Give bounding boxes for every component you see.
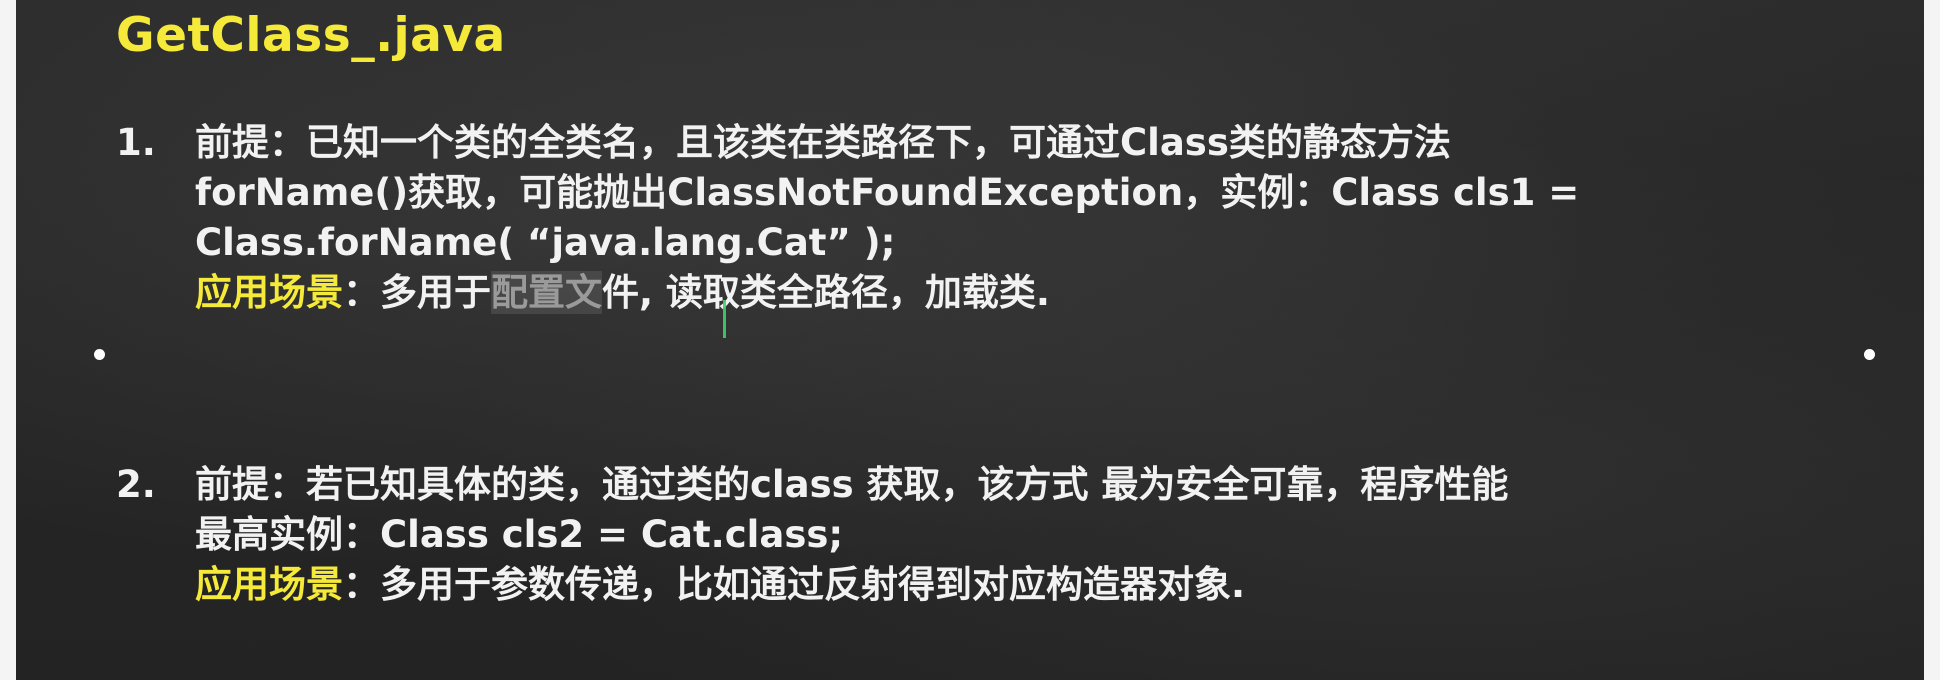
scene-label: 应用场景 bbox=[195, 271, 343, 314]
slide-title[interactable]: GetClass_.java bbox=[116, 8, 506, 63]
selected-text[interactable]: 配置文 bbox=[491, 271, 602, 314]
item-line: Class.forName( “java.lang.Cat” ); bbox=[195, 221, 896, 264]
editor-canvas: GetClass_.java 1. 前提：已知一个类的全类名，且该类在类路径下，… bbox=[0, 0, 1940, 680]
item-line: forName()获取，可能抛出ClassNotFoundException，实… bbox=[195, 171, 1580, 214]
item-body: 前提：已知一个类的全类名，且该类在类路径下，可通过Class类的静态方法 for… bbox=[195, 118, 1876, 318]
scene-text: 件, 读取类全路径，加载类. bbox=[602, 271, 1050, 314]
item-number: 1. bbox=[116, 121, 156, 164]
text-cursor bbox=[723, 300, 726, 338]
item-line: 前提：若已知具体的类，通过类的class 获取，该方式 最为安全可靠，程序性能 bbox=[195, 463, 1509, 506]
scene-text: 多用于 bbox=[380, 271, 491, 314]
resize-handle-right[interactable] bbox=[1864, 349, 1875, 360]
scene-separator: ： bbox=[343, 563, 380, 606]
list-item-2[interactable]: 2. 前提：若已知具体的类，通过类的class 获取，该方式 最为安全可靠，程序… bbox=[116, 460, 1876, 610]
slide[interactable]: GetClass_.java 1. 前提：已知一个类的全类名，且该类在类路径下，… bbox=[16, 0, 1924, 680]
scene-line: 应用场景：多用于参数传递，比如通过反射得到对应构造器对象. bbox=[195, 560, 1876, 610]
resize-handle-left[interactable] bbox=[94, 349, 105, 360]
scene-label: 应用场景 bbox=[195, 563, 343, 606]
item-number: 2. bbox=[116, 463, 156, 506]
scene-separator: ： bbox=[343, 271, 380, 314]
item-line: 最高实例：Class cls2 = Cat.class; bbox=[195, 513, 844, 556]
item-line: 前提：已知一个类的全类名，且该类在类路径下，可通过Class类的静态方法 bbox=[195, 121, 1451, 164]
item-body: 前提：若已知具体的类，通过类的class 获取，该方式 最为安全可靠，程序性能 … bbox=[195, 460, 1876, 610]
scene-line: 应用场景：多用于配置文件, 读取类全路径，加载类. bbox=[195, 268, 1876, 318]
scene-text: 多用于参数传递，比如通过反射得到对应构造器对象. bbox=[380, 563, 1246, 606]
list-item-1[interactable]: 1. 前提：已知一个类的全类名，且该类在类路径下，可通过Class类的静态方法 … bbox=[116, 118, 1876, 318]
